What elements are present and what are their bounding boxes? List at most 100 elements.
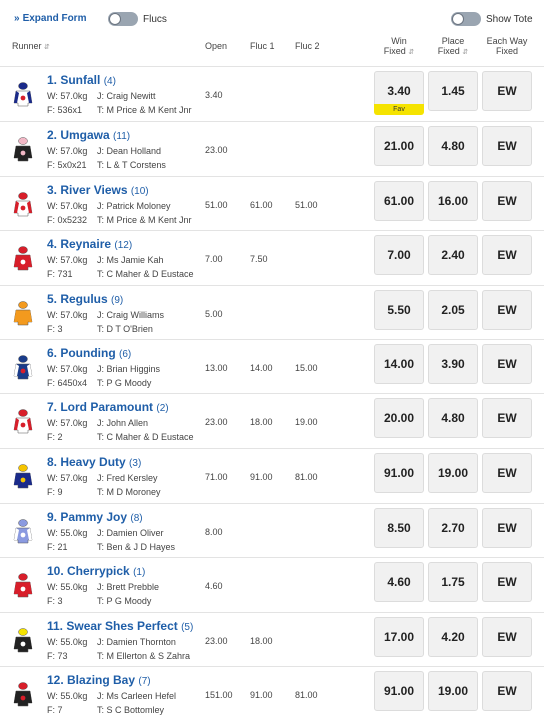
fluc2-price: 19.00 [295,417,318,427]
place-odds-button[interactable]: 19.00 [428,453,478,493]
runner-name-link[interactable]: 6. Pounding (6) [47,346,131,360]
trainer-text: T: D T O'Brien [97,324,153,334]
jockey-silk-icon [12,300,34,326]
open-price: 23.00 [205,636,228,646]
place-odds-button[interactable]: 4.20 [428,617,478,657]
runner-name-link[interactable]: 3. River Views (10) [47,183,149,197]
each-way-button[interactable]: EW [482,181,532,221]
place-odds-button[interactable]: 4.80 [428,126,478,166]
form-text: F: 731 [47,269,73,279]
place-odds-button[interactable]: 1.45 [428,71,478,111]
runner-row: 11. Swear Shes Perfect (5) W: 55.0kg J: Da… [0,612,544,666]
runner-name-link[interactable]: 2. Umgawa (11) [47,128,130,142]
fluc1-price: 91.00 [250,690,273,700]
place-odds-button[interactable]: 3.90 [428,344,478,384]
weight-text: W: 57.0kg [47,146,88,156]
fluc2-column-header: Fluc 2 [295,41,320,51]
jockey-silk-icon [12,518,34,544]
place-odds-button[interactable]: 16.00 [428,181,478,221]
barrier-number: (10) [130,186,149,197]
weight-text: W: 55.0kg [47,691,88,701]
place-fixed-column-header[interactable]: Place Fixed ⇵ [426,36,480,58]
runner-name-link[interactable]: 4. Reynaire (12) [47,237,132,251]
each-way-button[interactable]: EW [482,617,532,657]
runner-column-header[interactable]: Runner ⇵ [12,41,50,53]
runner-row: 4. Reynaire (12) W: 57.0kg J: Ms Jamie Kah… [0,230,544,284]
runner-row: 9. Pammy Joy (8) W: 55.0kg J: Damien Olive… [0,503,544,557]
weight-text: W: 55.0kg [47,582,88,592]
barrier-number: (11) [113,131,131,142]
show-tote-toggle[interactable] [451,12,481,26]
each-way-button[interactable]: EW [482,235,532,275]
form-text: F: 3 [47,324,63,334]
each-way-button[interactable]: EW [482,126,532,166]
win-odds-button[interactable]: 91.00 [374,453,424,493]
expand-form-button[interactable]: » Expand Form [14,13,86,24]
each-way-button[interactable]: EW [482,671,532,711]
each-way-button[interactable]: EW [482,344,532,384]
place-odds-button[interactable]: 2.70 [428,508,478,548]
jockey-silk-icon [12,136,34,162]
place-odds-button[interactable]: 19.00 [428,671,478,711]
each-way-button[interactable]: EW [482,398,532,438]
fluc1-price: 14.00 [250,363,273,373]
jockey-silk-icon [12,81,34,107]
jockey-text: J: Dean Holland [97,146,162,156]
open-price: 71.00 [205,472,228,482]
jockey-silk-icon [12,463,34,489]
trainer-text: T: S C Bottomley [97,705,165,715]
place-odds-button[interactable]: 2.40 [428,235,478,275]
form-text: F: 536x1 [47,105,83,115]
runner-name-link[interactable]: 5. Regulus (9) [47,292,123,306]
win-odds-button[interactable]: 7.00 [374,235,424,275]
each-way-button[interactable]: EW [482,290,532,330]
fluc2-price: 81.00 [295,472,318,482]
runner-name-link[interactable]: 7. Lord Paramount (2) [47,400,169,414]
barrier-number: (4) [103,76,116,87]
place-odds-button[interactable]: 1.75 [428,562,478,602]
open-price: 7.00 [205,254,223,264]
weight-text: W: 57.0kg [47,364,88,374]
sort-icon: ⇵ [462,49,469,56]
jockey-text: J: Fred Kersley [97,473,158,483]
win-odds-button[interactable]: 17.00 [374,617,424,657]
jockey-silk-icon [12,627,34,653]
jockey-text: J: Brian Higgins [97,364,161,374]
each-way-button[interactable]: EW [482,453,532,493]
each-way-button[interactable]: EW [482,508,532,548]
runner-name-link[interactable]: 11. Swear Shes Perfect (5) [47,619,193,633]
runner-name-link[interactable]: 10. Cherrypick (1) [47,564,145,578]
jockey-text: J: Craig Williams [97,310,165,320]
form-text: F: 73 [47,651,68,661]
flucs-toggle[interactable] [108,12,138,26]
runner-name-link[interactable]: 9. Pammy Joy (8) [47,510,143,524]
trainer-text: T: C Maher & D Eustace [97,432,194,442]
trainer-text: T: M D Moroney [97,487,161,497]
win-fixed-column-header[interactable]: Win Fixed ⇵ [372,36,426,58]
runner-row: 8. Heavy Duty (3) W: 57.0kg J: Fred Kersle… [0,448,544,502]
runner-name-link[interactable]: 8. Heavy Duty (3) [47,455,141,469]
place-odds-button[interactable]: 2.05 [428,290,478,330]
win-odds-button[interactable]: 5.50 [374,290,424,330]
fluc1-price: 18.00 [250,636,273,646]
each-way-button[interactable]: EW [482,562,532,602]
win-odds-button[interactable]: 91.00 [374,671,424,711]
weight-text: W: 57.0kg [47,310,88,320]
win-odds-button[interactable]: 21.00 [374,126,424,166]
barrier-number: (5) [181,622,194,633]
runner-name-link[interactable]: 1. Sunfall (4) [47,73,116,87]
open-price: 51.00 [205,200,228,210]
each-way-button[interactable]: EW [482,71,532,111]
win-odds-button[interactable]: 8.50 [374,508,424,548]
fluc2-price: 81.00 [295,690,318,700]
form-text: F: 6450x4 [47,378,88,388]
place-odds-button[interactable]: 4.80 [428,398,478,438]
weight-text: W: 55.0kg [47,528,88,538]
fluc1-price: 91.00 [250,472,273,482]
win-odds-button[interactable]: 61.00 [374,181,424,221]
flucs-label: Flucs [143,14,167,25]
win-odds-button[interactable]: 4.60 [374,562,424,602]
runner-name-link[interactable]: 12. Blazing Bay (7) [47,673,151,687]
win-odds-button[interactable]: 20.00 [374,398,424,438]
win-odds-button[interactable]: 14.00 [374,344,424,384]
